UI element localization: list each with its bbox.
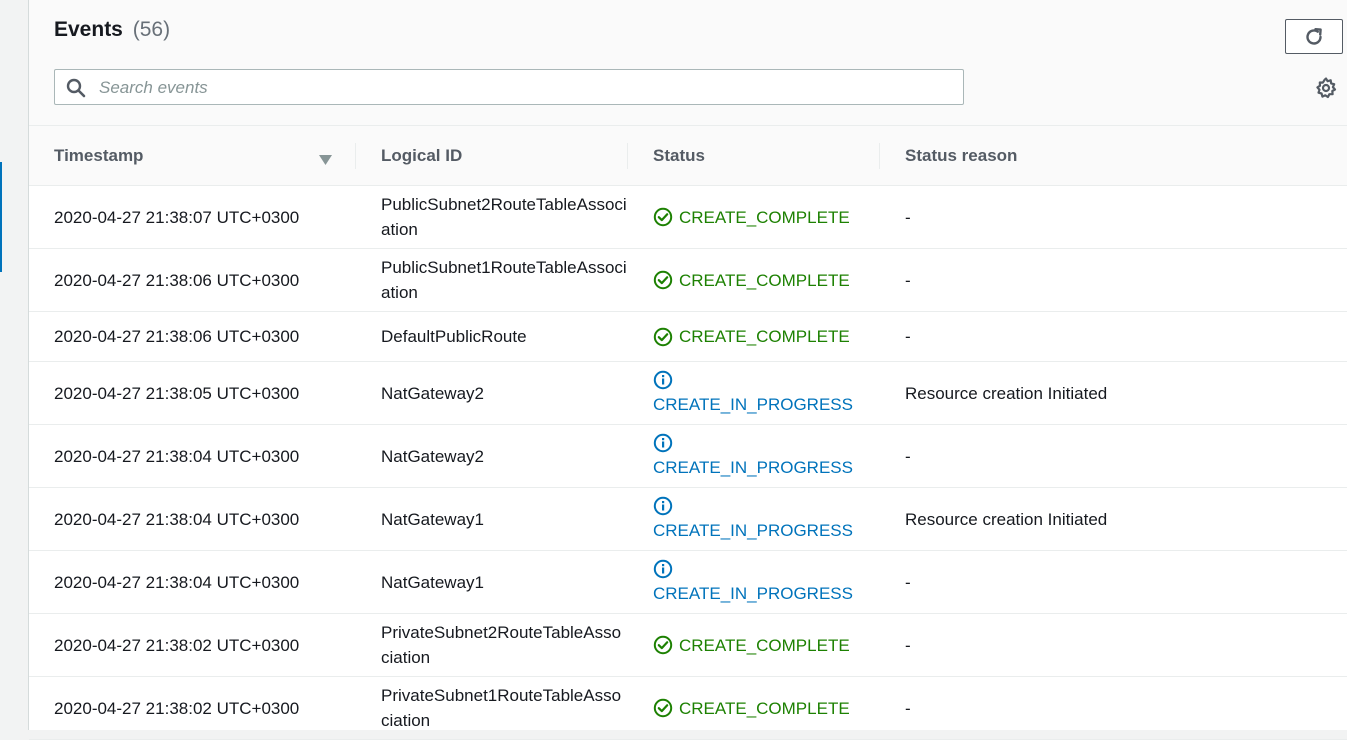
cell-status-reason: -	[880, 424, 1347, 488]
cell-logical-id: DefaultPublicRoute	[356, 311, 628, 362]
status-label: CREATE_IN_PROGRESS	[653, 457, 853, 477]
search-icon	[66, 78, 86, 103]
status-complete: CREATE_COMPLETE	[653, 324, 880, 349]
gear-icon	[1316, 77, 1337, 99]
cell-timestamp: 2020-04-27 21:38:02 UTC+0300	[29, 676, 356, 740]
cell-timestamp: 2020-04-27 21:38:06 UTC+0300	[29, 248, 356, 312]
panel-header: Events (56)	[29, 0, 1347, 126]
status-label: CREATE_COMPLETE	[679, 270, 850, 290]
cell-status: CREATE_COMPLETE	[628, 676, 880, 740]
event-count: (56)	[132, 18, 171, 41]
info-circle-icon[interactable]	[653, 559, 853, 581]
status-label: CREATE_COMPLETE	[679, 207, 850, 227]
sort-down-icon[interactable]	[319, 150, 332, 170]
search-box[interactable]	[54, 69, 964, 105]
table-row[interactable]: 2020-04-27 21:38:02 UTC+0300 PrivateSubne…	[29, 676, 1347, 740]
cell-logical-id: NatGateway1	[356, 550, 628, 614]
table-row[interactable]: 2020-04-27 21:38:02 UTC+0300 PrivateSubne…	[29, 613, 1347, 677]
cell-logical-id: PublicSubnet1RouteTableAssociation	[356, 248, 628, 312]
status-in-progress: CREATE_IN_PROGRESS	[653, 370, 880, 417]
cell-logical-id: NatGateway1	[356, 487, 628, 551]
cell-timestamp: 2020-04-27 21:38:04 UTC+0300	[29, 487, 356, 551]
status-label: CREATE_IN_PROGRESS	[653, 520, 853, 540]
table-header-row: Timestamp Logical ID Status Status reaso…	[29, 126, 1347, 186]
status-label: CREATE_IN_PROGRESS	[653, 394, 853, 414]
status-complete: CREATE_COMPLETE	[653, 268, 880, 293]
table-row[interactable]: 2020-04-27 21:38:05 UTC+0300 NatGateway2 …	[29, 361, 1347, 425]
status-complete: CREATE_COMPLETE	[653, 633, 880, 658]
cell-status: CREATE_COMPLETE	[628, 311, 880, 362]
cell-status: CREATE_COMPLETE	[628, 185, 880, 249]
table-row[interactable]: 2020-04-27 21:38:07 UTC+0300 PublicSubnet…	[29, 185, 1347, 249]
table-row[interactable]: 2020-04-27 21:38:06 UTC+0300 PublicSubnet…	[29, 248, 1347, 312]
info-circle-icon[interactable]	[653, 496, 853, 518]
info-circle-icon[interactable]	[653, 370, 853, 392]
refresh-icon	[1306, 27, 1322, 45]
column-header-status[interactable]: Status	[628, 126, 880, 186]
table-row[interactable]: 2020-04-27 21:38:04 UTC+0300 NatGateway1 …	[29, 550, 1347, 614]
column-header-timestamp[interactable]: Timestamp	[29, 126, 356, 186]
check-circle-icon	[653, 635, 679, 655]
cell-timestamp: 2020-04-27 21:38:04 UTC+0300	[29, 424, 356, 488]
info-circle-icon[interactable]	[653, 433, 853, 455]
status-label: CREATE_COMPLETE	[679, 635, 850, 655]
cell-status-reason: Resource creation Initiated	[880, 361, 1347, 425]
column-header-logical-id[interactable]: Logical ID	[356, 126, 628, 186]
status-label: CREATE_COMPLETE	[679, 327, 850, 346]
cell-timestamp: 2020-04-27 21:38:07 UTC+0300	[29, 185, 356, 249]
cell-logical-id: PrivateSubnet1RouteTableAssociation	[356, 676, 628, 740]
table-row[interactable]: 2020-04-27 21:38:06 UTC+0300 DefaultPubli…	[29, 311, 1347, 362]
status-in-progress: CREATE_IN_PROGRESS	[653, 496, 880, 543]
cell-logical-id: NatGateway2	[356, 361, 628, 425]
cell-logical-id: PublicSubnet2RouteTableAssociation	[356, 185, 628, 249]
status-in-progress: CREATE_IN_PROGRESS	[653, 433, 880, 480]
status-complete: CREATE_COMPLETE	[653, 696, 880, 721]
refresh-button[interactable]	[1285, 19, 1343, 54]
status-complete: CREATE_COMPLETE	[653, 205, 880, 230]
title-text: Events	[54, 18, 123, 41]
cell-timestamp: 2020-04-27 21:38:04 UTC+0300	[29, 550, 356, 614]
cell-status: CREATE_IN_PROGRESS	[628, 361, 880, 425]
cell-status: CREATE_IN_PROGRESS	[628, 487, 880, 551]
cell-status-reason: -	[880, 248, 1347, 312]
search-input[interactable]	[97, 74, 951, 102]
cell-logical-id: NatGateway2	[356, 424, 628, 488]
status-label: CREATE_IN_PROGRESS	[653, 583, 853, 603]
page-title: Events (56)	[54, 18, 170, 42]
cell-timestamp: 2020-04-27 21:38:05 UTC+0300	[29, 361, 356, 425]
left-rail	[0, 0, 29, 730]
status-label: CREATE_COMPLETE	[679, 698, 850, 718]
cell-status-reason: -	[880, 550, 1347, 614]
events-table: Timestamp Logical ID Status Status reaso…	[29, 126, 1347, 740]
cell-status-reason: Resource creation Initiated	[880, 487, 1347, 551]
cell-status: CREATE_COMPLETE	[628, 613, 880, 677]
check-circle-icon	[653, 327, 679, 347]
cell-status-reason: -	[880, 613, 1347, 677]
cell-timestamp: 2020-04-27 21:38:06 UTC+0300	[29, 311, 356, 362]
cell-status: CREATE_COMPLETE	[628, 248, 880, 312]
events-table-body: 2020-04-27 21:38:07 UTC+0300 PublicSubnet…	[29, 185, 1347, 740]
check-circle-icon	[653, 270, 679, 290]
status-in-progress: CREATE_IN_PROGRESS	[653, 559, 880, 606]
cell-status-reason: -	[880, 311, 1347, 362]
cell-timestamp: 2020-04-27 21:38:02 UTC+0300	[29, 613, 356, 677]
check-circle-icon	[653, 698, 679, 718]
cell-status: CREATE_IN_PROGRESS	[628, 424, 880, 488]
check-circle-icon	[653, 207, 679, 227]
cell-logical-id: PrivateSubnet2RouteTableAssociation	[356, 613, 628, 677]
events-panel: Events (56) Search events Timestamp Logi…	[29, 0, 1347, 740]
column-header-status-reason[interactable]: Status reason	[880, 126, 1347, 186]
cell-status-reason: -	[880, 676, 1347, 740]
cell-status-reason: -	[880, 185, 1347, 249]
cell-status: CREATE_IN_PROGRESS	[628, 550, 880, 614]
table-row[interactable]: 2020-04-27 21:38:04 UTC+0300 NatGateway1 …	[29, 487, 1347, 551]
table-row[interactable]: 2020-04-27 21:38:04 UTC+0300 NatGateway2 …	[29, 424, 1347, 488]
left-rail-marker	[0, 162, 2, 272]
settings-button[interactable]	[1314, 76, 1338, 100]
